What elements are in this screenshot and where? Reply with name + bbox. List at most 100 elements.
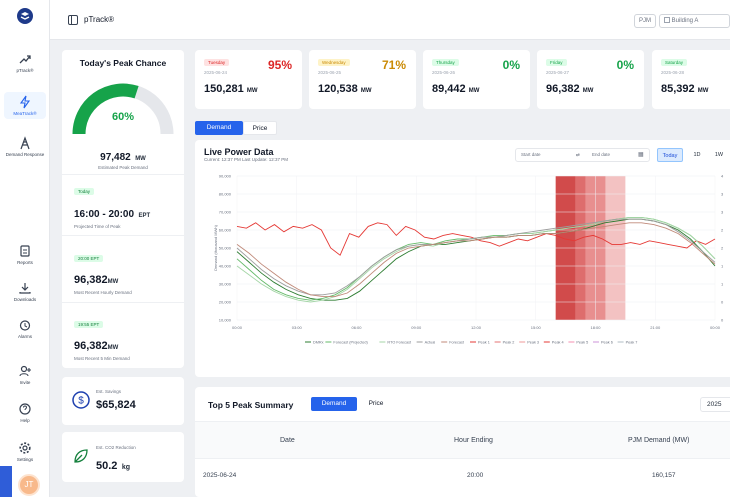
legend-label: Forecast (Projected) xyxy=(333,341,368,345)
sidebar-item-label: Invite xyxy=(19,380,31,385)
legend-label: Peak 4 xyxy=(552,341,564,345)
forecast-day-badge: Tuesday xyxy=(204,59,230,66)
lightning-icon xyxy=(19,95,31,109)
trend-icon xyxy=(19,55,31,64)
legend-label: Peak 6 xyxy=(601,341,613,345)
sidebar: pTrack® MeaTrack® Demand Response Report… xyxy=(0,0,50,497)
calendar-icon[interactable]: ▦ xyxy=(638,151,644,158)
forecast-demand: 96,382 MW xyxy=(546,83,593,95)
sidebar-item-meatrack[interactable]: MeaTrack® xyxy=(4,92,46,119)
hourly-demand-label: Most Recent Hourly Demand xyxy=(74,290,132,295)
avatar[interactable]: JT xyxy=(18,474,40,496)
top5-tab-price[interactable]: Price xyxy=(360,397,392,411)
forecast-demand-unit: MW xyxy=(360,88,372,94)
live-power-chart[interactable]: 90,000 4 80,000 3 70,000 3 60,000 2 50,000 2 40,00… xyxy=(195,168,730,373)
five-min-demand-badge: 19:55 EPT xyxy=(74,321,104,328)
sidebar-item-label: Settings xyxy=(16,457,34,462)
y-tick-label: 30,000 xyxy=(219,282,232,287)
legend-label: Forecast xyxy=(449,341,465,345)
sidebar-item-demand-response[interactable]: Demand Response xyxy=(0,136,50,157)
forecast-peak-chance: 0% xyxy=(616,58,634,72)
legend-label: Peak 1 xyxy=(478,341,490,345)
app-title: pTrack® xyxy=(84,15,115,24)
peak-time-label: Projected Time of Peak xyxy=(74,224,121,229)
hourly-demand-block: 20:00 EPT 96,382MW Most Recent Hourly De… xyxy=(74,247,132,295)
peak-chance-title: Today's Peak Chance xyxy=(79,58,167,68)
forecast-card[interactable]: Saturday2025-06-28485,392 MW xyxy=(652,50,730,109)
forecast-demand: 89,442 MW xyxy=(432,83,479,95)
y-tick-label-right: 3 xyxy=(721,192,724,197)
five-min-demand-value: 96,382 xyxy=(74,340,108,352)
sidebar-item-label: Help xyxy=(20,418,30,423)
market-selector[interactable]: PJM xyxy=(634,14,656,28)
x-tick-label: 15:00 xyxy=(531,325,542,330)
y-tick-label: 40,000 xyxy=(219,264,232,269)
co2-value: 50.2 xyxy=(96,460,118,472)
sidebar-item-downloads[interactable]: Downloads xyxy=(0,281,50,302)
date-range-picker[interactable]: Start date ⇄ End date ▦ xyxy=(515,148,650,162)
sidebar-item-settings[interactable]: Settings xyxy=(0,441,50,462)
savings-label: Est. Savings xyxy=(96,389,122,394)
x-tick-label: 21:00 xyxy=(650,325,661,330)
end-date-input[interactable]: End date xyxy=(592,152,610,157)
y-tick-label-right: 0 xyxy=(721,300,724,305)
forecast-day-badge: Thursday xyxy=(432,59,459,66)
forecast-card[interactable]: Thursday 2025-06-26 0% 89,442 MW xyxy=(423,50,530,109)
forecast-day-badge: Wednesday xyxy=(318,59,350,66)
top5-header-date: Date xyxy=(280,437,295,444)
y-tick-label-right: 0 xyxy=(721,318,724,323)
peak-time-block: Today 16:00 - 20:00 EPT Projected Time o… xyxy=(74,180,150,229)
live-power-subtitle: Current: 12:37 PM Last Update: 12:37 PM xyxy=(204,157,289,162)
year-select[interactable]: 2025 xyxy=(700,397,730,412)
y-tick-label: 50,000 xyxy=(219,246,232,251)
sidebar-item-label: MeaTrack® xyxy=(13,111,37,116)
sidebar-item-invite[interactable]: Invite xyxy=(0,364,50,385)
forecast-peak-chance: 95% xyxy=(267,58,292,72)
range-today-button[interactable]: Today xyxy=(657,148,683,162)
top-bar: pTrack® PJM Building A xyxy=(50,0,730,40)
start-date-input[interactable]: Start date xyxy=(521,152,541,157)
top5-tab-demand[interactable]: Demand xyxy=(311,397,357,411)
forecast-day-badge: Friday xyxy=(546,59,567,66)
top5-cell-date: 2025-06-24 xyxy=(203,472,237,479)
gauge-percent: 60% xyxy=(111,111,135,123)
forecast-demand-value: 150,281 xyxy=(204,83,244,95)
sidebar-item-alarms[interactable]: Alarms xyxy=(0,318,50,339)
y-tick-label-right: 3 xyxy=(721,210,724,215)
tab-demand[interactable]: Demand xyxy=(195,121,243,135)
forecast-date: 2025-06-27 xyxy=(546,70,570,75)
help-icon xyxy=(19,403,31,415)
peak-chance-gauge xyxy=(72,83,174,135)
sidebar-item-reports[interactable]: Reports xyxy=(0,244,50,265)
x-tick-label: 06:00 xyxy=(351,325,362,330)
forecast-date: 2025-06-25 xyxy=(318,70,342,75)
forecast-card[interactable]: Tuesday 2025-06-24 95% 150,281 MW xyxy=(195,50,302,109)
range-1w-button[interactable]: 1W xyxy=(709,148,729,162)
range-1d-button[interactable]: 1D xyxy=(687,148,707,162)
savings-value: $65,824 xyxy=(96,399,136,411)
add-user-icon xyxy=(19,365,31,377)
forecast-demand: 150,281 MW xyxy=(204,83,258,95)
sidebar-toggle-icon[interactable] xyxy=(68,15,78,25)
forecast-card[interactable]: Friday 2025-06-27 0% 96,382 MW xyxy=(537,50,644,109)
sidebar-item-label: Reports xyxy=(17,260,33,265)
top5-cell-hour: 20:00 xyxy=(467,472,484,479)
forecast-demand-unit: MW xyxy=(697,88,709,94)
sidebar-item-help[interactable]: Help xyxy=(0,402,50,423)
peak-time-zone: EPT xyxy=(138,213,151,219)
forecast-peak-chance: 71% xyxy=(381,58,406,72)
sidebar-item-ptrack[interactable]: pTrack® xyxy=(0,52,50,73)
y-tick-label: 70,000 xyxy=(219,210,232,215)
y-tick-label-right: 2 xyxy=(721,228,724,233)
live-power-title: Live Power Data xyxy=(204,147,274,157)
y-tick-label-right: 2 xyxy=(721,246,724,251)
estimated-peak-unit: MW xyxy=(135,156,146,162)
legend-label: Peak 5 xyxy=(576,341,588,345)
building-selector[interactable]: Building A xyxy=(659,14,730,28)
tab-price[interactable]: Price xyxy=(243,121,277,135)
five-min-demand-unit: MW xyxy=(107,345,119,351)
app-logo-icon[interactable] xyxy=(17,8,33,24)
y-tick-label: 20,000 xyxy=(219,300,232,305)
y-axis-label: Demand (thousand MWh) xyxy=(213,224,218,270)
forecast-card[interactable]: Wednesday 2025-06-25 71% 120,538 MW xyxy=(309,50,416,109)
